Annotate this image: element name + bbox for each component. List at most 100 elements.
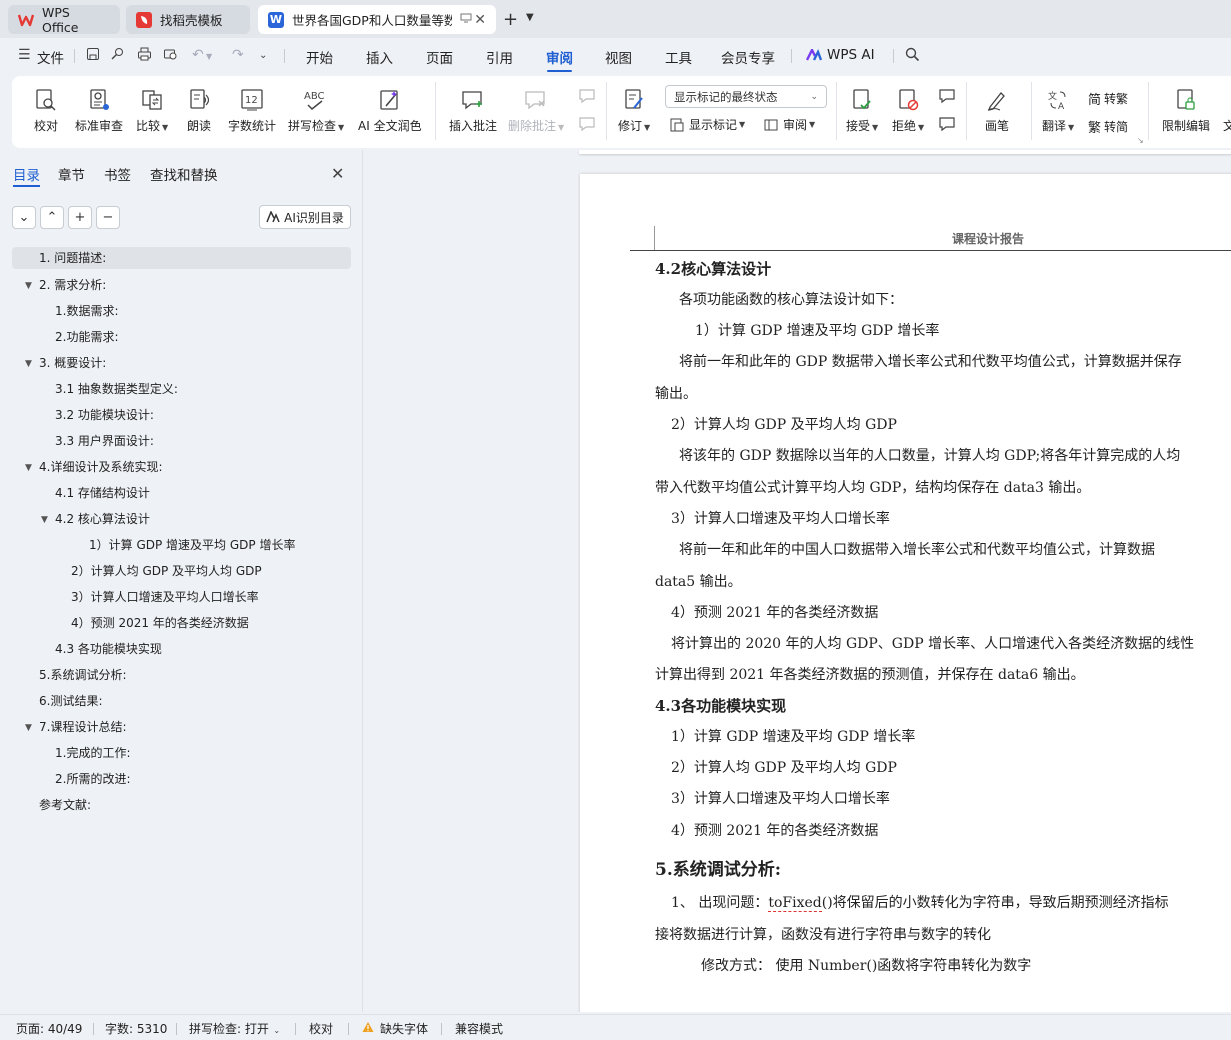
toc-item[interactable]: 6.测试结果:: [39, 690, 103, 712]
toc-item[interactable]: 2. 需求分析:: [39, 274, 106, 296]
dialog-launcher-icon[interactable]: ↘: [1137, 136, 1144, 145]
menu-home[interactable]: 开始: [306, 47, 333, 67]
demote-level-button[interactable]: −: [96, 206, 120, 229]
toc-item[interactable]: 3.1 抽象数据类型定义:: [55, 378, 178, 400]
toc-item[interactable]: 4.1 存储结构设计: [55, 482, 150, 504]
wps-ai-icon[interactable]: [805, 47, 823, 65]
show-markup-button[interactable]: 显示标记 ▼: [669, 116, 745, 133]
spell-check-button[interactable]: ABC 拼写检查 ▼: [288, 86, 344, 134]
menu-view[interactable]: 视图: [605, 47, 632, 67]
close-icon[interactable]: ✕: [331, 164, 344, 183]
toc-item[interactable]: 3. 概要设计:: [39, 352, 106, 374]
document-protection-button[interactable]: 文: [1223, 86, 1231, 134]
toc-item[interactable]: 1.完成的工作:: [55, 742, 131, 764]
toc-item[interactable]: 2.功能需求:: [55, 326, 119, 348]
toc-item[interactable]: 3.2 功能模块设计:: [55, 404, 154, 426]
next-change-icon[interactable]: [938, 116, 960, 132]
expand-all-button[interactable]: ⌄: [12, 206, 36, 229]
chevron-down-icon[interactable]: ▼: [526, 12, 534, 23]
word-count-indicator[interactable]: 字数: 5310: [105, 1020, 167, 1037]
previous-comment-icon[interactable]: [578, 88, 600, 104]
nav-tab-bookmarks[interactable]: 书签: [104, 164, 131, 184]
toc-item[interactable]: 3.3 用户界面设计:: [55, 430, 154, 452]
print-preview-icon[interactable]: [163, 47, 178, 65]
toc-item[interactable]: 1.数据需求:: [55, 300, 119, 322]
menu-wps-ai[interactable]: WPS AI: [827, 47, 875, 63]
close-tab-icon[interactable]: ✕: [474, 12, 486, 28]
compare-button[interactable]: 比较 ▼: [136, 86, 168, 134]
tab-template-store[interactable]: 找稻壳模板: [126, 5, 250, 34]
collapse-all-button[interactable]: ⌃: [40, 206, 64, 229]
new-tab-icon[interactable]: +: [503, 9, 518, 30]
to-simplified-button[interactable]: 繁 转简: [1088, 117, 1128, 136]
collapse-arrow-icon[interactable]: ▼: [25, 281, 32, 291]
toc-item[interactable]: 4.2 核心算法设计: [55, 508, 150, 530]
nav-tab-toc[interactable]: 目录: [13, 164, 40, 184]
menu-review[interactable]: 审阅: [546, 47, 573, 67]
toc-item[interactable]: 3）计算人口增速及平均人口增长率: [71, 586, 259, 608]
restrict-editing-button[interactable]: 限制编辑: [1162, 86, 1210, 134]
word-count-button[interactable]: 12 字数统计: [228, 86, 276, 134]
proofread-button[interactable]: 校对: [34, 86, 58, 134]
page-indicator[interactable]: 页面: 40/49: [16, 1020, 82, 1037]
review-pane-button[interactable]: 审阅 ▼: [763, 116, 815, 133]
toc-item[interactable]: 5.系统调试分析:: [39, 664, 127, 686]
nav-tab-find-replace[interactable]: 查找和替换: [150, 164, 218, 184]
collapse-arrow-icon[interactable]: ▼: [25, 359, 32, 369]
tab-current-document[interactable]: W 世界各国GDP和人口数量等数 ✕: [258, 5, 496, 34]
pen-button[interactable]: 画笔: [985, 86, 1009, 134]
redo-icon[interactable]: ↷: [232, 47, 244, 63]
chevron-down-icon[interactable]: ▼: [206, 52, 212, 61]
markup-display-select[interactable]: 显示标记的最终状态 ⌄: [665, 85, 827, 108]
tab-wps-office[interactable]: WPS Office: [8, 5, 120, 35]
proofread-status[interactable]: 校对: [309, 1020, 333, 1037]
menu-file[interactable]: 文件: [37, 47, 64, 67]
document-canvas[interactable]: 课程设计报告 4.2核心算法设计 各项功能函数的核心算法设计如下： 1）计算 G…: [364, 150, 1231, 1012]
toc-item[interactable]: 7.课程设计总结:: [39, 716, 127, 738]
collapse-arrow-icon[interactable]: ▼: [41, 515, 48, 525]
document-page[interactable]: 课程设计报告 4.2核心算法设计 各项功能函数的核心算法设计如下： 1）计算 G…: [580, 174, 1231, 1012]
undo-icon[interactable]: ↶: [192, 47, 204, 63]
to-traditional-button[interactable]: 简 转繁: [1088, 89, 1128, 108]
ai-polish-button[interactable]: AI 全文润色: [358, 86, 422, 134]
nav-tab-sections[interactable]: 章节: [58, 164, 85, 184]
read-aloud-button[interactable]: 朗读: [187, 86, 211, 134]
proofread-icon: [34, 86, 58, 114]
translate-button[interactable]: 文A 翻译 ▼: [1042, 86, 1074, 134]
quick-access-more-icon[interactable]: ⌄: [259, 50, 267, 61]
accept-button[interactable]: 接受 ▼: [846, 86, 878, 134]
format-painter-icon[interactable]: [110, 47, 124, 65]
print-icon[interactable]: [137, 47, 152, 65]
toc-item[interactable]: 4.详细设计及系统实现:: [39, 456, 163, 478]
standard-review-button[interactable]: 标准审查: [75, 86, 123, 134]
promote-level-button[interactable]: +: [68, 206, 92, 229]
menu-references[interactable]: 引用: [486, 47, 513, 67]
delete-comment-button[interactable]: 删除批注 ▼: [508, 86, 564, 134]
toc-item[interactable]: 4）预测 2021 年的各类经济数据: [71, 612, 249, 634]
collapse-arrow-icon[interactable]: ▼: [25, 723, 32, 733]
toc-item[interactable]: 2）计算人均 GDP 及平均人均 GDP: [71, 560, 262, 582]
menu-page[interactable]: 页面: [426, 47, 453, 67]
spell-check-status[interactable]: 拼写检查: 打开 ⌄: [189, 1020, 280, 1037]
missing-font-status[interactable]: 缺失字体: [380, 1020, 428, 1037]
toc-item[interactable]: 2.所需的改进:: [55, 768, 131, 790]
toc-item[interactable]: 1. 问题描述:: [12, 247, 351, 269]
restrict-editing-icon: [1174, 86, 1198, 114]
hamburger-menu-icon[interactable]: ☰: [18, 47, 31, 63]
menu-tools[interactable]: 工具: [665, 47, 692, 67]
search-icon[interactable]: [905, 47, 920, 66]
track-changes-button[interactable]: 修订 ▼: [618, 86, 650, 134]
collapse-arrow-icon[interactable]: ▼: [25, 463, 32, 473]
reject-button[interactable]: 拒绝 ▼: [892, 86, 924, 134]
toc-item[interactable]: 4.3 各功能模块实现: [55, 638, 162, 660]
toc-item[interactable]: 1）计算 GDP 增速及平均 GDP 增长率: [89, 534, 295, 556]
previous-change-icon[interactable]: [938, 88, 960, 104]
next-comment-icon[interactable]: [578, 116, 600, 132]
menu-membership[interactable]: 会员专享: [721, 47, 775, 67]
save-icon[interactable]: [86, 47, 100, 65]
toc-item[interactable]: 参考文献:: [39, 794, 91, 816]
menu-insert[interactable]: 插入: [366, 47, 393, 67]
read-aloud-icon: [187, 86, 211, 114]
ai-toc-button[interactable]: AI识别目录: [259, 205, 351, 229]
insert-comment-button[interactable]: 插入批注: [449, 86, 497, 134]
